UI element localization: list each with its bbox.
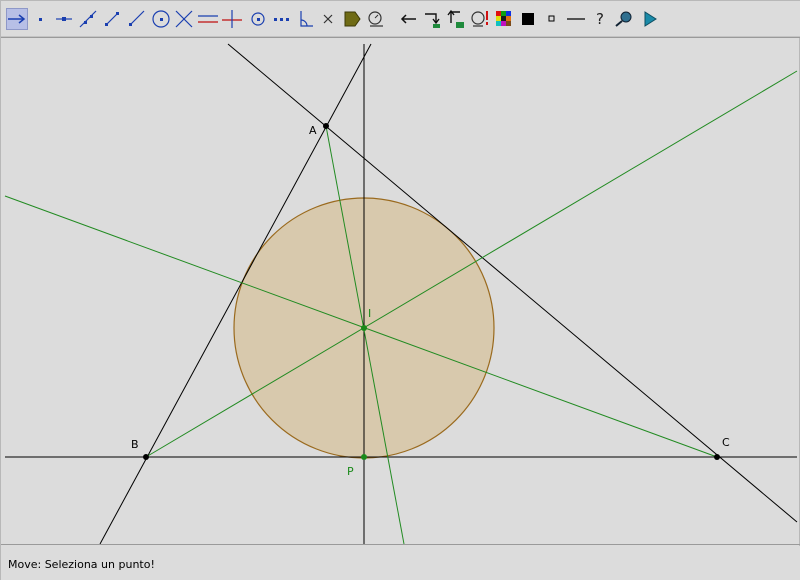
intersection-icon: [175, 10, 193, 28]
run-tool[interactable]: [639, 8, 661, 30]
parallel-icon: [198, 15, 218, 23]
undo-arrow-icon: [400, 14, 416, 24]
small-square-icon: [548, 15, 555, 22]
macro-start-icon: [425, 13, 440, 28]
segment-icon: [105, 12, 119, 26]
locus-icon: [274, 18, 289, 21]
filled-square-icon: [522, 13, 534, 25]
point-tool[interactable]: [29, 8, 51, 30]
point-icon: [39, 18, 42, 21]
circle-icon: [152, 10, 170, 28]
measure-icon: [368, 11, 383, 27]
point-I[interactable]: [361, 325, 367, 331]
point-A[interactable]: [323, 123, 329, 129]
line-style-tool[interactable]: [565, 8, 587, 30]
compass-tool[interactable]: [247, 8, 269, 30]
angle-tool[interactable]: [294, 8, 316, 30]
cabri-window: ? A B C I P Move: Seleziona un punto!: [0, 0, 800, 580]
point-on-line-icon: [56, 17, 72, 21]
label-I: I: [368, 307, 371, 320]
move-arrow-icon: [8, 14, 26, 24]
question-icon: ?: [596, 10, 604, 28]
point-on-object-tool[interactable]: [53, 8, 75, 30]
drawing-area[interactable]: A B C I P: [1, 37, 800, 545]
status-message: Move: Seleziona un punto!: [8, 558, 155, 571]
perpendicular-icon: [222, 10, 242, 28]
color-tool[interactable]: [493, 8, 515, 30]
point-B[interactable]: [143, 454, 149, 460]
ray-tool[interactable]: [125, 8, 147, 30]
label-B: B: [131, 438, 139, 451]
tag-icon: [344, 11, 361, 27]
status-bar: Move: Seleziona un punto!: [1, 546, 800, 580]
fill-tool[interactable]: [517, 8, 539, 30]
intersection-tool[interactable]: [173, 8, 195, 30]
measure-tool[interactable]: [365, 8, 387, 30]
circle-tool[interactable]: [150, 8, 172, 30]
delete-x-icon: [323, 14, 333, 24]
compass-icon: [251, 12, 265, 26]
locus-tool[interactable]: [271, 8, 293, 30]
macro-start-tool[interactable]: [421, 8, 443, 30]
label-P: P: [347, 465, 354, 478]
label-C: C: [722, 436, 730, 449]
move-tool[interactable]: [6, 8, 28, 30]
geometry-canvas[interactable]: A B C I P: [1, 37, 800, 545]
toolbar: ?: [1, 1, 800, 37]
calculator-icon: [471, 11, 488, 27]
magnifier-icon: [615, 11, 632, 27]
zoom-tool[interactable]: [613, 8, 635, 30]
delete-tool[interactable]: [317, 8, 339, 30]
line-style-icon: [567, 18, 585, 20]
macro-end-tool[interactable]: [445, 8, 467, 30]
label-A: A: [309, 124, 317, 137]
angle-icon: [300, 11, 313, 27]
macro-end-icon: [447, 9, 464, 28]
point-C[interactable]: [714, 454, 720, 460]
parallel-tool[interactable]: [197, 8, 219, 30]
ray-icon: [129, 10, 145, 26]
help-tool[interactable]: ?: [589, 8, 611, 30]
segment-tool[interactable]: [101, 8, 123, 30]
point-P[interactable]: [361, 454, 367, 460]
perpendicular-tool[interactable]: [221, 8, 243, 30]
undo-tool[interactable]: [397, 8, 419, 30]
color-palette-icon: [496, 11, 511, 26]
label-tool[interactable]: [341, 8, 363, 30]
line-tool[interactable]: [77, 8, 99, 30]
play-icon: [644, 11, 657, 27]
line-icon: [79, 10, 97, 28]
calculator-tool[interactable]: [469, 8, 491, 30]
point-style-tool[interactable]: [541, 8, 563, 30]
